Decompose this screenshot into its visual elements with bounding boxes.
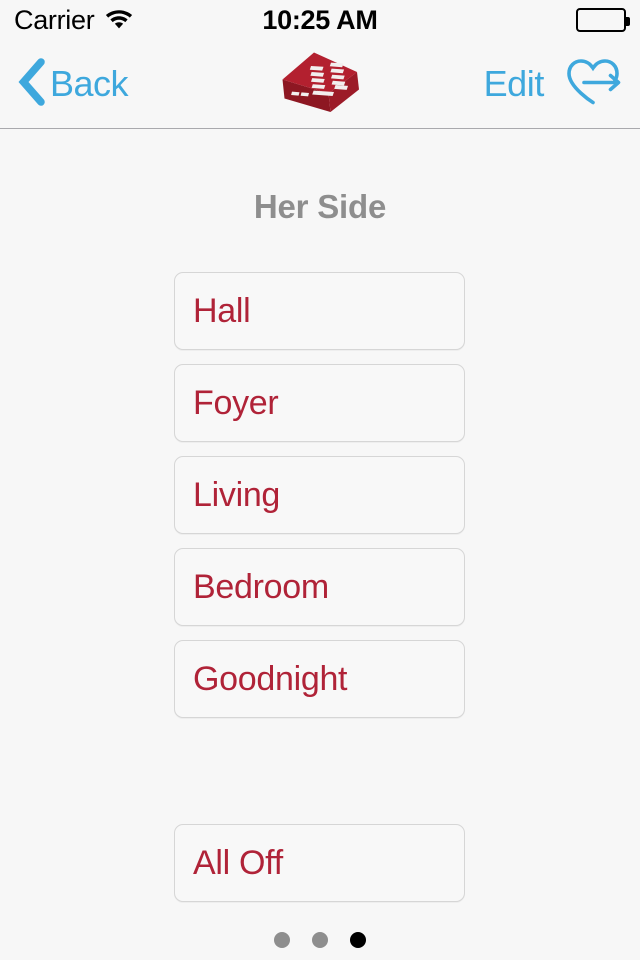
- all-off-button[interactable]: All Off: [174, 824, 465, 902]
- heart-arrow-right-icon[interactable]: [562, 56, 624, 113]
- wifi-icon: [104, 7, 134, 34]
- status-bar-right: [576, 8, 630, 32]
- edit-button[interactable]: Edit: [484, 63, 545, 105]
- scene-button-label: Living: [193, 476, 281, 514]
- scene-button-list: Hall Foyer Living Bedroom Goodnight: [174, 272, 465, 732]
- scene-button-living[interactable]: Living: [174, 456, 465, 534]
- app-root: Carrier 10:25 AM Back Edit Her Side Hall…: [0, 0, 640, 960]
- battery-full-icon: [576, 8, 630, 32]
- page-dot-3-active[interactable]: [350, 932, 366, 948]
- keypad-remote-icon: [278, 49, 362, 120]
- status-bar-left: Carrier: [14, 4, 134, 35]
- carrier-label: Carrier: [14, 4, 95, 35]
- clock-label: 10:25 AM: [262, 4, 378, 35]
- scene-button-label: Foyer: [193, 384, 279, 422]
- content-area: Her Side Hall Foyer Living Bedroom Goodn…: [0, 130, 640, 960]
- scene-button-bedroom[interactable]: Bedroom: [174, 548, 465, 626]
- scene-button-goodnight[interactable]: Goodnight: [174, 640, 465, 718]
- back-button[interactable]: Back: [16, 57, 129, 111]
- page-title: Her Side: [253, 188, 387, 225]
- page-dot-2[interactable]: [312, 932, 328, 948]
- scene-button-label: Goodnight: [193, 660, 348, 698]
- back-button-label: Back: [50, 63, 129, 104]
- page-indicator: [0, 932, 640, 948]
- chevron-left-icon: [16, 57, 46, 111]
- scene-button-hall[interactable]: Hall: [174, 272, 465, 350]
- scene-button-foyer[interactable]: Foyer: [174, 364, 465, 442]
- all-off-section: All Off: [174, 824, 465, 916]
- nav-right-actions: Edit: [484, 56, 624, 113]
- all-off-button-label: All Off: [193, 844, 283, 882]
- navigation-bar: Back Edit: [0, 40, 640, 129]
- page-dot-1[interactable]: [274, 932, 290, 948]
- scene-button-label: Bedroom: [193, 568, 329, 606]
- status-bar: Carrier 10:25 AM: [0, 0, 640, 40]
- scene-button-label: Hall: [193, 292, 251, 330]
